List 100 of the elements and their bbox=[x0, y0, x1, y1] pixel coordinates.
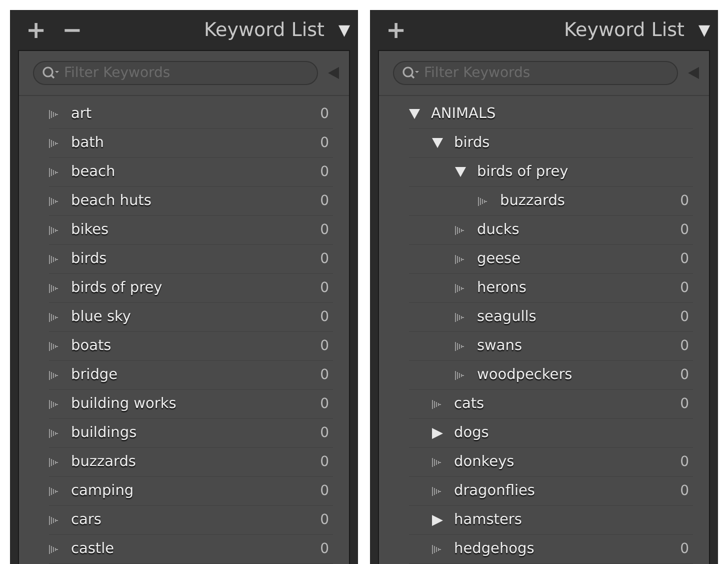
keyword-leaf-icon bbox=[432, 400, 441, 408]
keyword-leaf-icon bbox=[49, 342, 58, 350]
keyword-count: 0 bbox=[320, 106, 330, 122]
keyword-label[interactable]: buzzards bbox=[500, 193, 565, 209]
keyword-count: 0 bbox=[320, 280, 330, 296]
keyword-count: 0 bbox=[680, 222, 690, 238]
search-icon bbox=[402, 66, 420, 80]
keyword-label[interactable]: beach bbox=[71, 164, 116, 180]
keyword-label[interactable]: donkeys bbox=[454, 454, 514, 470]
panel-title: Keyword List bbox=[564, 19, 684, 41]
keyword-label[interactable]: birds of prey bbox=[71, 280, 162, 296]
keyword-leaf-icon bbox=[455, 284, 464, 292]
keyword-label[interactable]: ANIMALS bbox=[431, 106, 496, 122]
add-button[interactable]: + bbox=[22, 18, 50, 42]
keyword-label[interactable]: hedgehogs bbox=[454, 541, 534, 557]
keyword-leaf-icon bbox=[455, 254, 464, 264]
keyword-leaf-icon bbox=[432, 458, 441, 466]
keyword-leaf-icon bbox=[49, 428, 58, 438]
keyword-count: 0 bbox=[680, 454, 690, 470]
keyword-leaf-icon bbox=[49, 168, 58, 176]
keyword-count: 0 bbox=[680, 193, 690, 209]
keyword-leaf-icon bbox=[49, 196, 58, 206]
keyword-label[interactable]: boats bbox=[71, 338, 112, 354]
keyword-count: 0 bbox=[320, 338, 330, 354]
keyword-count: 0 bbox=[320, 454, 330, 470]
keyword-label[interactable]: birds of prey bbox=[477, 164, 568, 180]
expanded-arrow-icon[interactable] bbox=[455, 167, 466, 177]
keyword-count: 0 bbox=[320, 483, 330, 499]
keyword-count: 0 bbox=[680, 541, 690, 557]
keyword-leaf-icon bbox=[455, 342, 464, 350]
keyword-label[interactable]: dogs bbox=[454, 425, 489, 441]
keyword-leaf-icon bbox=[49, 458, 58, 466]
collapsed-arrow-icon[interactable] bbox=[432, 428, 443, 438]
expanded-arrow-icon[interactable] bbox=[432, 138, 443, 148]
keyword-leaf-icon bbox=[455, 226, 464, 234]
keyword-leaf-icon bbox=[49, 138, 58, 148]
keyword-label[interactable]: bridge bbox=[71, 367, 118, 383]
keyword-label[interactable]: dragonflies bbox=[454, 483, 535, 499]
keyword-count: 0 bbox=[680, 280, 690, 296]
collapsed-arrow-icon[interactable] bbox=[432, 514, 443, 526]
keyword-label[interactable]: swans bbox=[477, 338, 522, 354]
keyword-leaf-icon bbox=[49, 254, 58, 264]
keyword-count: 0 bbox=[320, 541, 330, 557]
keyword-leaf-icon bbox=[49, 516, 58, 524]
keyword-label[interactable]: buzzards bbox=[71, 454, 136, 470]
keyword-count: 0 bbox=[680, 338, 690, 354]
keyword-label[interactable]: castle bbox=[71, 541, 114, 557]
keyword-label[interactable]: ducks bbox=[477, 222, 520, 238]
keyword-label[interactable]: seagulls bbox=[477, 309, 536, 325]
keyword-label[interactable]: herons bbox=[477, 280, 526, 296]
keyword-leaf-icon bbox=[49, 486, 58, 496]
keyword-label[interactable]: camping bbox=[71, 483, 134, 499]
keyword-count: 0 bbox=[680, 367, 690, 383]
remove-button[interactable]: − bbox=[58, 18, 86, 42]
keyword-count: 0 bbox=[320, 135, 330, 151]
keyword-label[interactable]: building works bbox=[71, 396, 176, 412]
collapse-toggle[interactable]: ▼ bbox=[332, 21, 350, 39]
keyword-leaf-icon bbox=[455, 312, 464, 322]
keyword-leaf-icon bbox=[49, 370, 58, 380]
keyword-count: 0 bbox=[320, 425, 330, 441]
search-icon bbox=[42, 66, 60, 80]
keyword-leaf-icon bbox=[478, 196, 487, 206]
keyword-count: 0 bbox=[320, 396, 330, 412]
keyword-label[interactable]: beach huts bbox=[71, 193, 152, 209]
keyword-label[interactable]: cars bbox=[71, 512, 102, 528]
keyword-leaf-icon bbox=[49, 110, 58, 118]
keyword-count: 0 bbox=[680, 483, 690, 499]
keyword-label[interactable]: cats bbox=[454, 396, 484, 412]
keyword-leaf-icon bbox=[49, 284, 58, 292]
keyword-leaf-icon bbox=[432, 544, 441, 554]
keyword-leaf-icon bbox=[49, 226, 58, 234]
keyword-label[interactable]: buildings bbox=[71, 425, 137, 441]
keyword-leaf-icon bbox=[49, 544, 58, 554]
keyword-count: 0 bbox=[320, 251, 330, 267]
keyword-label[interactable]: woodpeckers bbox=[477, 367, 572, 383]
keyword-leaf-icon bbox=[49, 400, 58, 408]
keyword-count: 0 bbox=[320, 164, 330, 180]
panel-title: Keyword List bbox=[204, 19, 324, 41]
keyword-count: 0 bbox=[320, 512, 330, 528]
keyword-count: 0 bbox=[680, 251, 690, 267]
keyword-count: 0 bbox=[320, 367, 330, 383]
keyword-label[interactable]: birds bbox=[454, 135, 490, 151]
keyword-leaf-icon bbox=[432, 486, 441, 496]
keyword-label[interactable]: geese bbox=[477, 251, 521, 267]
keyword-count: 0 bbox=[680, 396, 690, 412]
keyword-label[interactable]: bath bbox=[71, 135, 104, 151]
keyword-count: 0 bbox=[320, 309, 330, 325]
keyword-label[interactable]: bikes bbox=[71, 222, 109, 238]
keyword-count: 0 bbox=[320, 222, 330, 238]
keyword-count: 0 bbox=[320, 193, 330, 209]
keyword-label[interactable]: hamsters bbox=[454, 512, 522, 528]
keyword-label[interactable]: art bbox=[71, 106, 92, 122]
collapse-toggle[interactable]: ▼ bbox=[692, 21, 710, 39]
expanded-arrow-icon[interactable] bbox=[409, 109, 420, 119]
keyword-count: 0 bbox=[680, 309, 690, 325]
keyword-leaf-icon bbox=[455, 370, 464, 380]
keyword-leaf-icon bbox=[49, 312, 58, 322]
keyword-label[interactable]: birds bbox=[71, 251, 107, 267]
add-button[interactable]: + bbox=[382, 18, 410, 42]
keyword-label[interactable]: blue sky bbox=[71, 309, 131, 325]
